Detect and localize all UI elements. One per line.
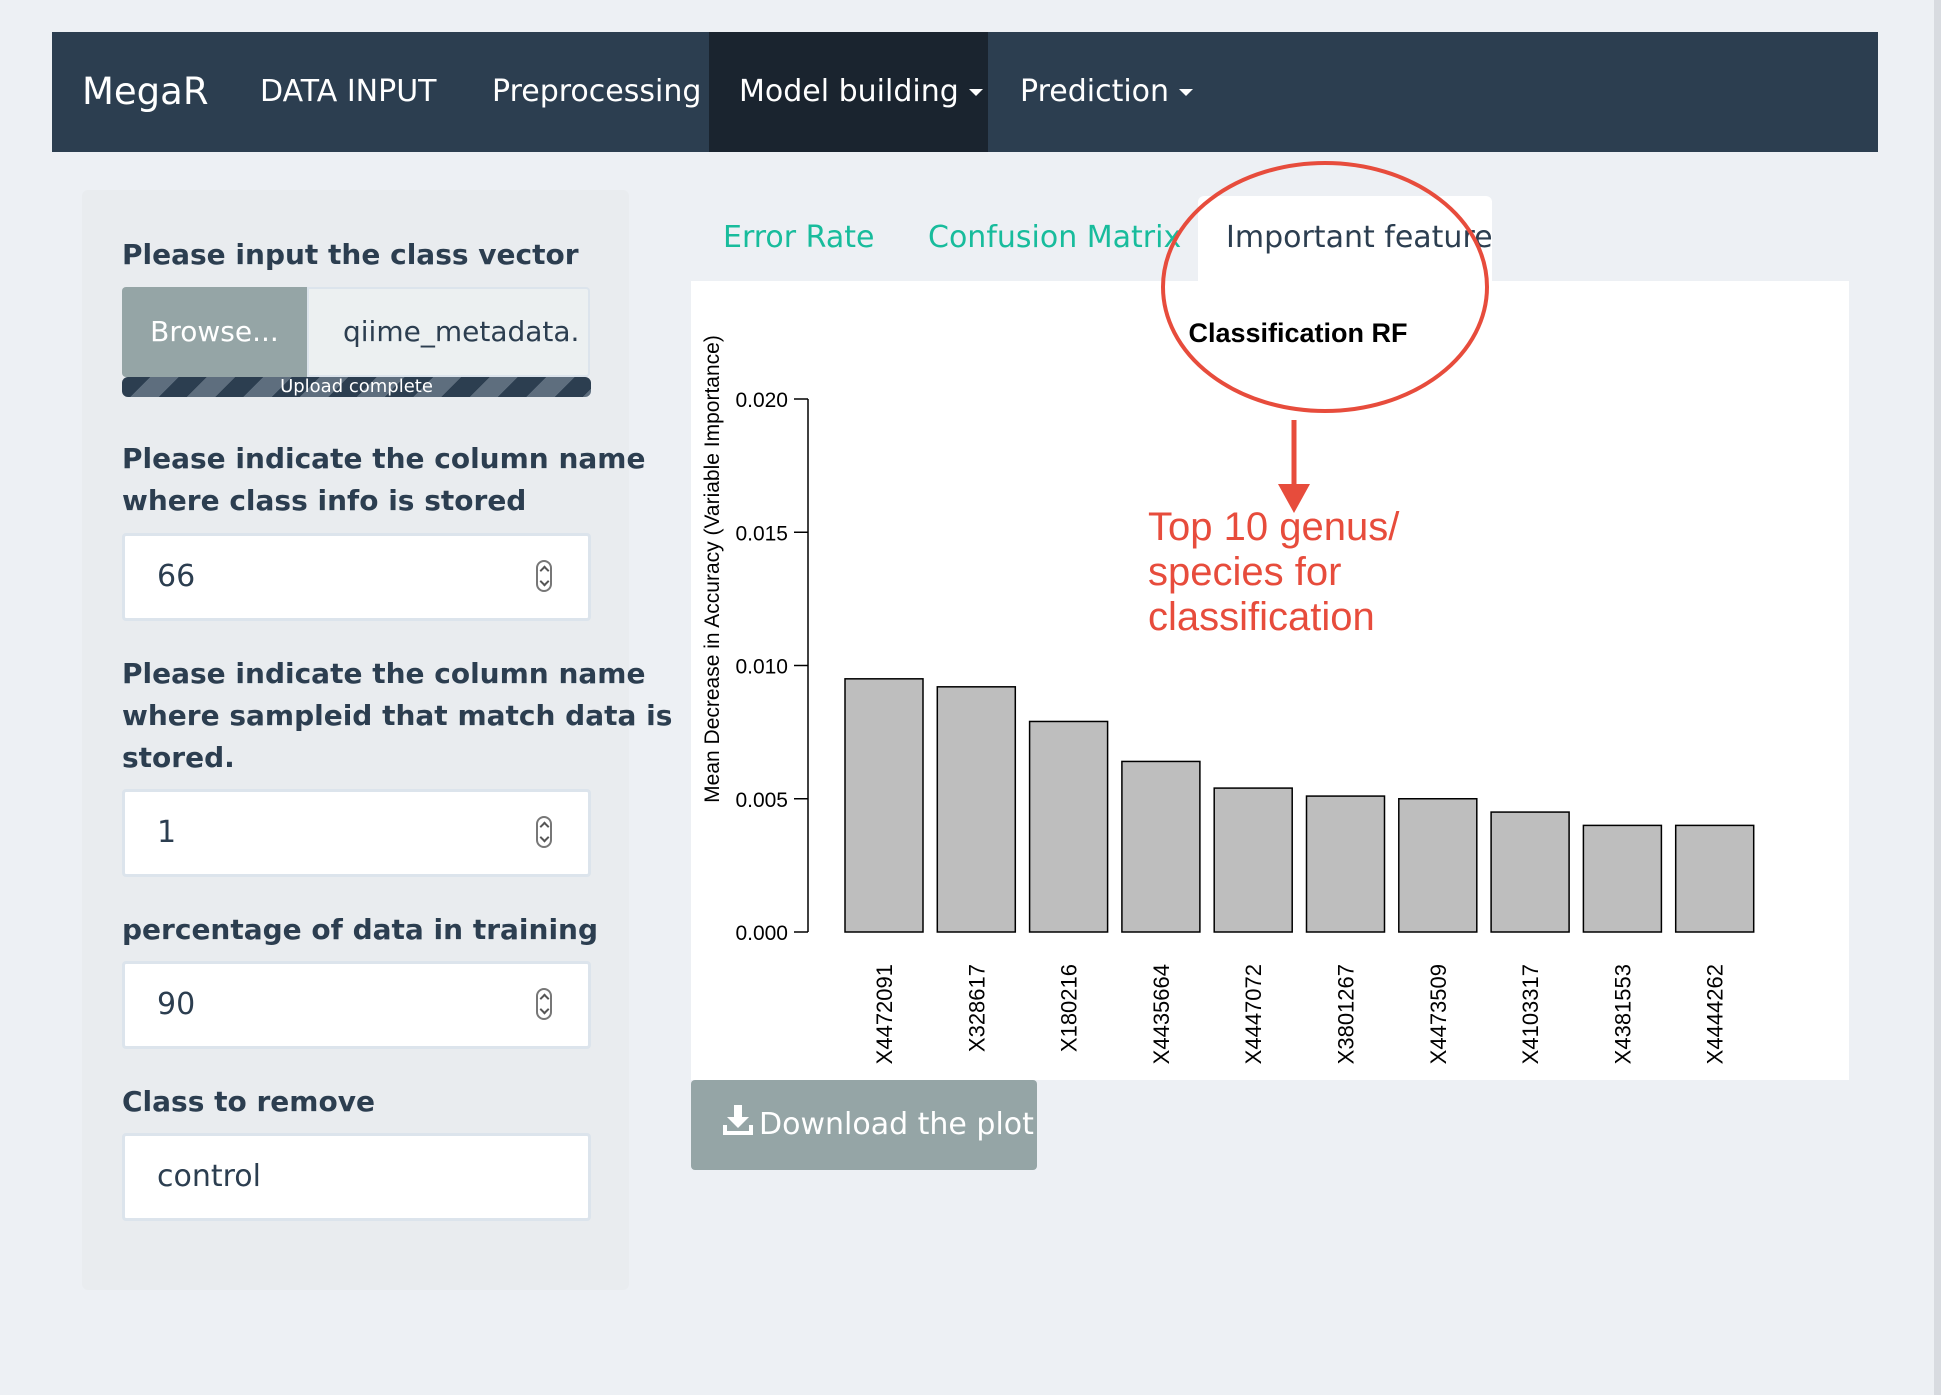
highlight-circle <box>1161 161 1489 413</box>
annotation-line3: classification <box>1148 595 1375 639</box>
annotation-text: Top 10 genus/ species for classification <box>1148 505 1468 640</box>
annotation-line1: Top 10 genus/ <box>1148 505 1400 549</box>
annotation-overlay <box>1161 161 1489 513</box>
annotation-line2: species for <box>1148 550 1342 594</box>
download-plot-button[interactable]: Download the plot <box>691 1080 1037 1170</box>
download-icon <box>723 1081 753 1171</box>
download-plot-label: Download the plot <box>759 1107 1034 1142</box>
